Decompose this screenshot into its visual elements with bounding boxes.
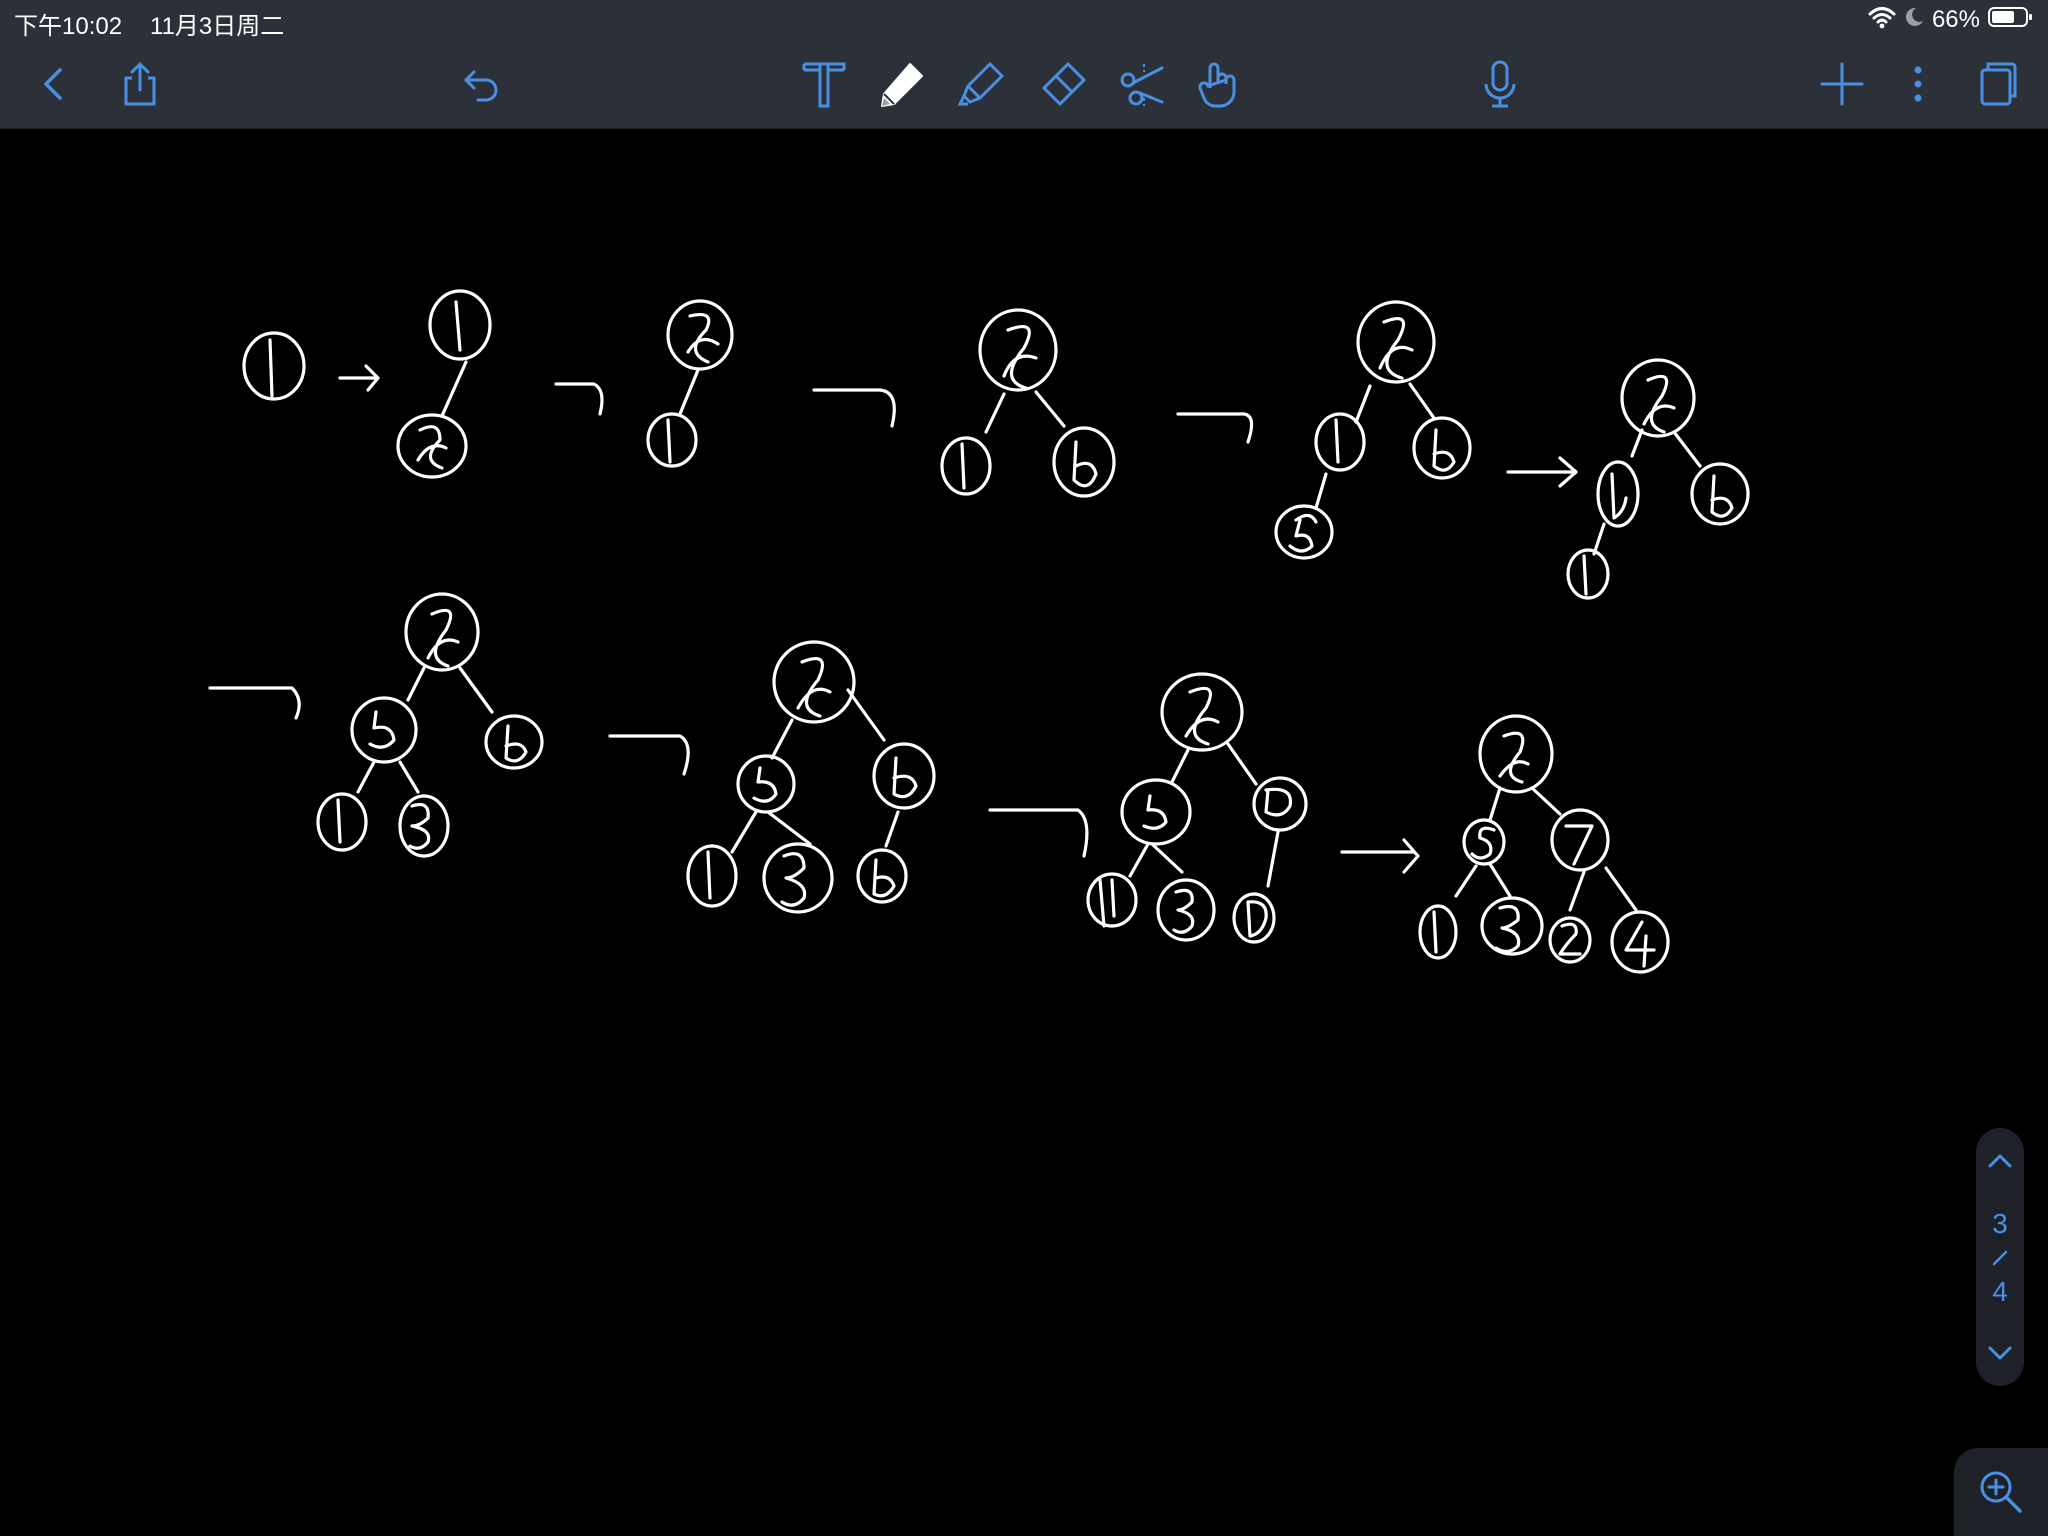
stage-6-tree bbox=[1566, 358, 1750, 600]
status-time: 下午10:02 bbox=[14, 13, 123, 40]
eraser-tool-button[interactable] bbox=[1032, 54, 1092, 114]
toolbar bbox=[0, 40, 2048, 129]
zoom-in-icon bbox=[1980, 1471, 2022, 1513]
stage-5-tree bbox=[1274, 300, 1472, 560]
microphone-button[interactable] bbox=[1470, 54, 1530, 114]
text-tool-button[interactable] bbox=[794, 54, 854, 114]
handwritten-heap-diagrams bbox=[208, 289, 1750, 974]
page-separator-icon bbox=[1992, 1250, 2008, 1266]
status-indicators: 66% bbox=[1868, 4, 2034, 36]
moon-icon bbox=[1904, 6, 1924, 35]
status-bar: 下午10:02 11月3日周二 66% bbox=[0, 0, 2048, 40]
arrow-5 bbox=[1506, 456, 1578, 488]
undo-icon bbox=[464, 70, 498, 102]
arrow-8 bbox=[988, 808, 1089, 858]
arrow-1 bbox=[338, 364, 380, 392]
share-button[interactable] bbox=[110, 54, 170, 114]
arrow-9 bbox=[1340, 838, 1420, 874]
back-button[interactable] bbox=[24, 54, 84, 114]
stage-1-tree bbox=[242, 331, 306, 401]
drawing-canvas[interactable] bbox=[0, 129, 2048, 1536]
stage-8-tree bbox=[686, 640, 936, 914]
pen-icon bbox=[881, 63, 923, 107]
chevron-up-icon bbox=[1988, 1154, 2012, 1168]
arrow-2 bbox=[554, 382, 604, 416]
stage-3-tree bbox=[646, 299, 734, 468]
text-tool-icon bbox=[802, 62, 846, 108]
pen-tool-button[interactable] bbox=[872, 54, 932, 114]
current-page-number: 3 bbox=[1992, 1208, 2008, 1239]
stage-4-tree bbox=[940, 308, 1116, 498]
pages-icon bbox=[1980, 62, 2017, 106]
plus-icon bbox=[1820, 62, 1864, 106]
previous-page-button[interactable] bbox=[1976, 1136, 2024, 1184]
status-date: 11月3日周二 bbox=[150, 13, 285, 40]
wifi-icon bbox=[1868, 5, 1896, 36]
share-icon bbox=[124, 62, 156, 106]
arrow-6 bbox=[208, 686, 301, 720]
scissors-icon bbox=[1120, 64, 1164, 106]
total-pages-number: 4 bbox=[1992, 1276, 2008, 1307]
chevron-down-icon bbox=[1988, 1346, 2012, 1360]
more-button[interactable] bbox=[1888, 54, 1948, 114]
battery-percentage: 66% bbox=[1931, 6, 1980, 33]
hand-tool-button[interactable] bbox=[1188, 54, 1248, 114]
hand-pointer-icon bbox=[1198, 62, 1236, 108]
battery-icon bbox=[1988, 6, 2034, 35]
page-navigator: 3 4 bbox=[1976, 1128, 2024, 1386]
next-page-button[interactable] bbox=[1976, 1330, 2024, 1378]
undo-button[interactable] bbox=[452, 54, 512, 114]
zoom-button[interactable] bbox=[1954, 1448, 2048, 1536]
stage-7-tree bbox=[316, 592, 544, 858]
microphone-icon bbox=[1484, 60, 1516, 108]
highlighter-icon bbox=[957, 62, 1004, 106]
arrow-4 bbox=[1176, 412, 1254, 444]
add-page-button[interactable] bbox=[1812, 54, 1872, 114]
arrow-3 bbox=[812, 388, 896, 428]
more-vertical-icon bbox=[1914, 66, 1922, 102]
pages-button[interactable] bbox=[1966, 54, 2026, 114]
stage-10-tree bbox=[1418, 714, 1670, 974]
chevron-left-icon bbox=[44, 68, 62, 100]
arrow-7 bbox=[608, 734, 690, 776]
lasso-tool-button[interactable] bbox=[1112, 54, 1172, 114]
eraser-icon bbox=[1042, 62, 1086, 106]
highlighter-tool-button[interactable] bbox=[952, 54, 1012, 114]
stage-9-tree bbox=[1086, 672, 1308, 944]
stage-2-tree bbox=[396, 289, 492, 479]
